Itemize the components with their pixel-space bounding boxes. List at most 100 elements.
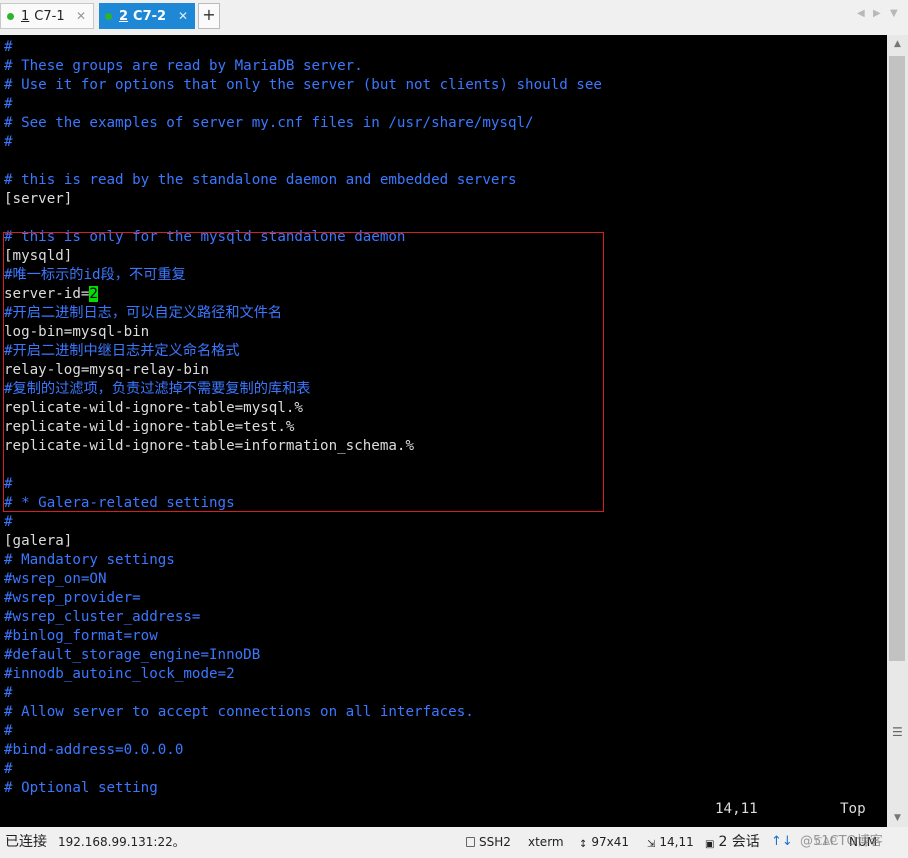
terminal-line-text: replicate-wild-ignore-table=mysql.% [4, 400, 303, 416]
host-address: 192.168.99.131:22。 [58, 835, 185, 849]
terminal-size-field: ↕ 97x41 [579, 829, 629, 855]
terminal-line-text: #开启二进制日志，可以自定义路径和文件名 [4, 305, 283, 321]
terminal-line: # Allow server to accept connections on … [4, 703, 474, 722]
terminal-line: # this is read by the standalone daemon … [4, 171, 517, 190]
terminal-line: #开启二进制中继日志并定义命名格式 [4, 342, 240, 361]
tab-c7-2[interactable]: 2 C7-2 ✕ [99, 3, 195, 29]
terminal-line-text: #innodb_autoinc_lock_mode=2 [4, 666, 235, 682]
terminal-line: # this is only for the mysqld standalone… [4, 228, 405, 247]
terminal-line-text: #开启二进制中继日志并定义命名格式 [4, 343, 240, 359]
terminal-line-text: replicate-wild-ignore-table=information_… [4, 438, 414, 454]
terminal-line: # [4, 475, 13, 494]
terminal-line-text: # These groups are read by MariaDB serve… [4, 58, 363, 74]
tab-number: 2 [119, 8, 129, 24]
terminal-line: #bind-address=0.0.0.0 [4, 741, 183, 760]
terminal-line-text: log-bin=mysql-bin [4, 324, 150, 340]
terminal-line: #开启二进制日志，可以自定义路径和文件名 [4, 304, 282, 323]
terminal-line: # [4, 513, 13, 532]
terminal-line: #wsrep_on=ON [4, 570, 107, 589]
lock-icon [466, 837, 475, 847]
scrollbar-thumb[interactable] [889, 56, 905, 661]
terminal-line: # Mandatory settings [4, 551, 175, 570]
tab-next-icon[interactable]: ▶ [873, 8, 881, 19]
protocol-label: SSH2 [479, 835, 511, 849]
terminal-line: # Optional setting [4, 779, 158, 798]
status-bar: 已连接 192.168.99.131:22。 SSH2 xterm ↕ 97x41… [0, 829, 908, 855]
terminal-line-text: # [4, 685, 13, 701]
protocol-field: SSH2 [466, 829, 511, 855]
terminal-line-text: [mysqld] [4, 248, 73, 264]
terminal-line-text: # this is read by the standalone daemon … [4, 172, 517, 188]
terminal-line-text: # See the examples of server my.cnf file… [4, 115, 534, 131]
scroll-down-icon[interactable]: ▼ [887, 809, 908, 827]
terminal-line-text: relay-log=mysq-relay-bin [4, 362, 209, 378]
terminal-line: #wsrep_cluster_address= [4, 608, 200, 627]
terminal-line-text: [server] [4, 191, 73, 207]
terminal-line-text: # [4, 96, 13, 112]
terminal-line: #wsrep_provider= [4, 589, 141, 608]
terminal-line-text: #default_storage_engine=InnoDB [4, 647, 261, 663]
terminal-line-text: replicate-wild-ignore-table=test.% [4, 419, 295, 435]
terminal-line: #innodb_autoinc_lock_mode=2 [4, 665, 235, 684]
vertical-scrollbar[interactable]: ▲ ☰ ▼ [887, 35, 908, 827]
terminal-line: # [4, 133, 13, 152]
terminal-line: replicate-wild-ignore-table=test.% [4, 418, 294, 437]
tab-number: 1 [21, 8, 30, 24]
cursor-position-field: ⇲ 14,11 [647, 829, 694, 855]
terminal-line-text: # this is only for the mysqld standalone… [4, 229, 406, 245]
terminal-line-text: #wsrep_cluster_address= [4, 609, 201, 625]
tab-c7-1[interactable]: 1 C7-1 ✕ [0, 3, 94, 29]
terminal-line-text: # Mandatory settings [4, 552, 175, 568]
terminal-line: # See the examples of server my.cnf file… [4, 114, 534, 133]
terminal-type: xterm [528, 835, 564, 849]
terminal-line: relay-log=mysq-relay-bin [4, 361, 209, 380]
connected-dot-icon [105, 12, 112, 20]
terminal-line: # [4, 684, 13, 703]
terminal-line: #default_storage_engine=InnoDB [4, 646, 260, 665]
terminal-line-text: # Optional setting [4, 780, 158, 796]
terminal-line-text: #bind-address=0.0.0.0 [4, 742, 184, 758]
close-tab-icon[interactable]: ✕ [178, 9, 188, 23]
terminal-line: [server] [4, 190, 72, 209]
terminal-line: # [4, 95, 13, 114]
terminal-line-text: # [4, 134, 13, 150]
split-view-icon[interactable]: ☰ [892, 725, 903, 739]
add-tab-button[interactable]: + [198, 3, 220, 29]
terminal-line-text: [galera] [4, 533, 73, 549]
terminal-size: 97x41 [591, 835, 630, 849]
text-cursor: 2 [89, 286, 98, 302]
tab-label: C7-2 [133, 8, 167, 24]
terminal-line: # [4, 38, 13, 57]
terminal-line-text: #wsrep_on=ON [4, 571, 107, 587]
cursor-position: 14,11 [659, 835, 694, 849]
terminal-line-text: # [4, 514, 13, 530]
terminal-line-text: #wsrep_provider= [4, 590, 141, 606]
transfer-icon[interactable]: ↑↓ [771, 829, 793, 855]
terminal-line: # * Galera-related settings [4, 494, 235, 513]
terminal-line-text: #binlog_format=row [4, 628, 158, 644]
watermark: @51CTO博客 [800, 834, 883, 849]
terminal-line-text: # [4, 723, 13, 739]
terminal-line: [mysqld] [4, 247, 72, 266]
terminal-line-text: #唯一标示的id段，不可重复 [4, 267, 186, 283]
terminal-line: replicate-wild-ignore-table=information_… [4, 437, 414, 456]
sessions-icon: ▣ [705, 839, 715, 850]
terminal-line-text: # * Galera-related settings [4, 495, 235, 511]
tab-bar: 1 C7-1 ✕ 2 C7-2 ✕ + ◀ ▶ ▼ [0, 0, 908, 33]
tab-prev-icon[interactable]: ◀ [857, 8, 865, 19]
tab-label: C7-1 [34, 8, 65, 24]
terminal-line-text: #复制的过滤项，负责过滤掉不需要复制的库和表 [4, 381, 311, 397]
terminal-line: replicate-wild-ignore-table=mysql.% [4, 399, 303, 418]
connected-dot-icon [7, 12, 14, 20]
ruler-position: 14,11 [715, 801, 758, 817]
terminal-line: # Use it for options that only the serve… [4, 76, 602, 95]
terminal-line-text: server-id= [4, 286, 90, 302]
tab-menu-icon[interactable]: ▼ [890, 8, 898, 19]
terminal-line-text: # Use it for options that only the serve… [4, 77, 602, 93]
scroll-up-icon[interactable]: ▲ [887, 35, 908, 53]
terminal-screen[interactable]: # # These groups are read by MariaDB serv… [0, 35, 887, 827]
terminal-line: server-id=2 [4, 285, 98, 304]
terminal-line: [galera] [4, 532, 72, 551]
close-tab-icon[interactable]: ✕ [76, 9, 86, 23]
terminal-line-text: # Allow server to accept connections on … [4, 704, 474, 720]
